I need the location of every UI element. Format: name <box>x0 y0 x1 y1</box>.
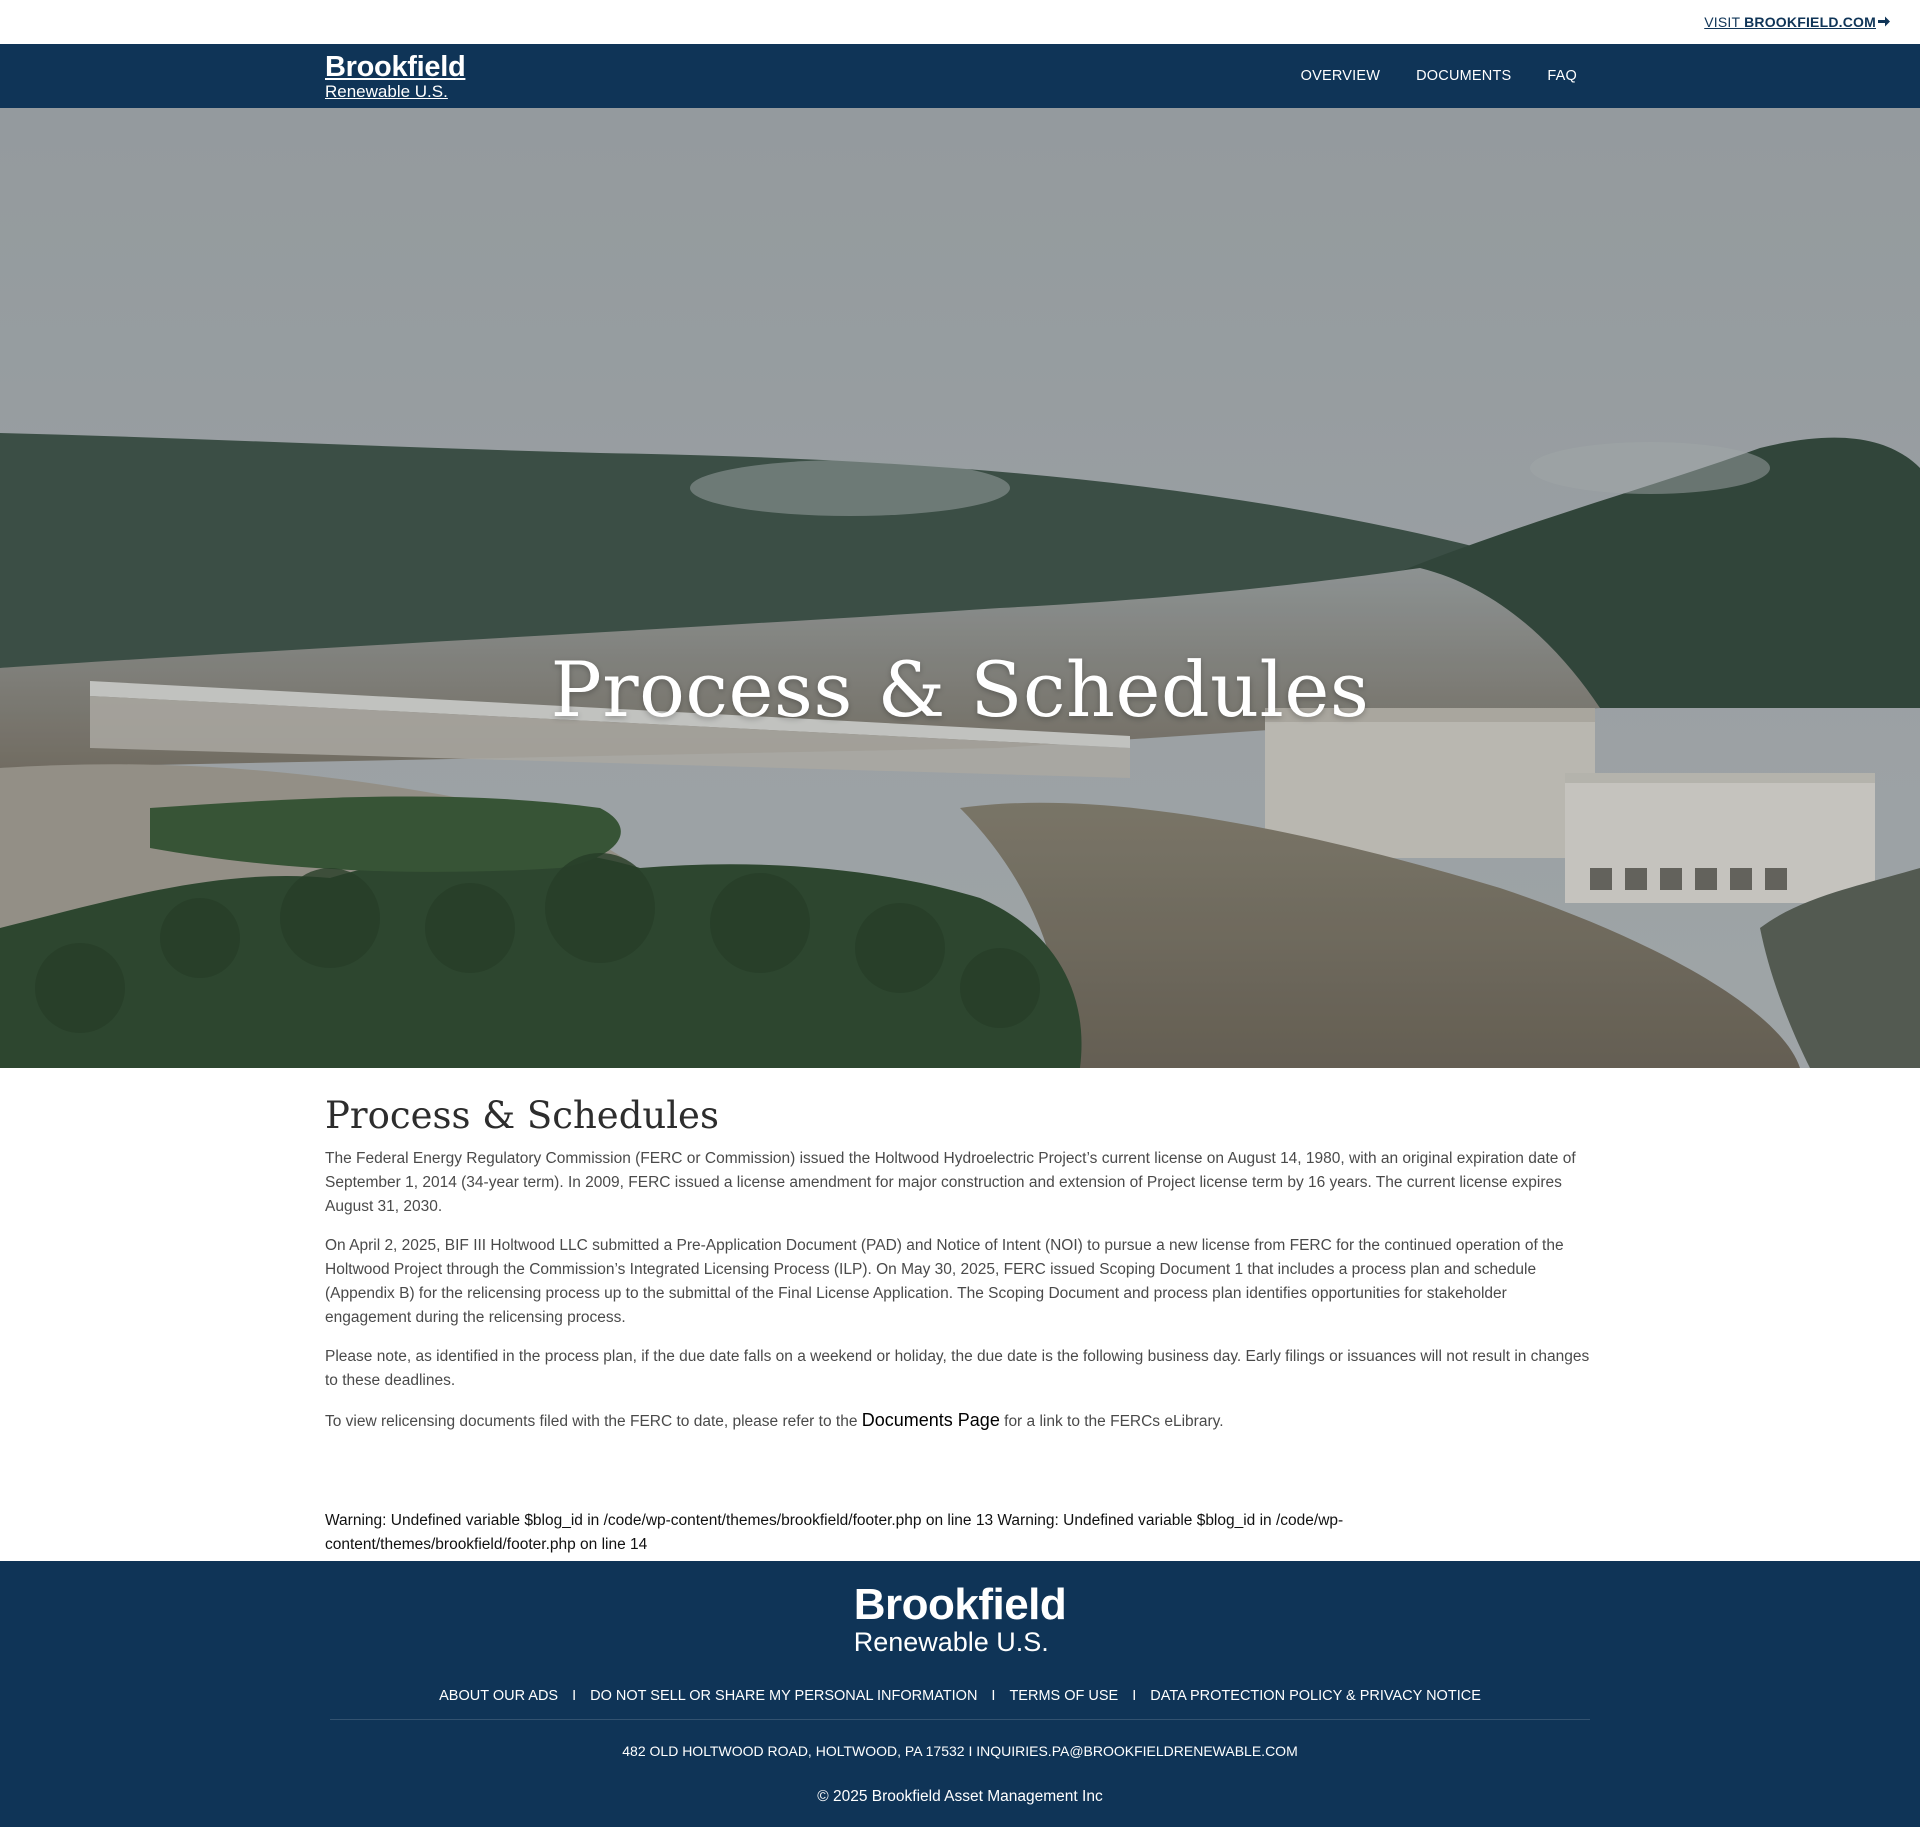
paragraph-due-dates: Please note, as identified in the proces… <box>325 1348 1590 1389</box>
footer-logo: Brookfield Renewable U.S. <box>0 1583 1920 1656</box>
documents-text-after: for a link to the FERCs eLibrary. <box>999 1413 1224 1430</box>
paragraph-documents: To view relicensing documents filed with… <box>325 1408 1595 1434</box>
nav-documents[interactable]: DOCUMENTS <box>1416 68 1511 84</box>
documents-page-link[interactable]: Documents Page <box>862 1410 1000 1430</box>
footer-separator: I <box>572 1688 577 1704</box>
hero-image <box>0 108 1920 1068</box>
arrow-right-icon <box>1878 15 1890 30</box>
footer-link-about-ads[interactable]: ABOUT OUR ADS <box>439 1688 558 1704</box>
documents-text-before: To view relicensing documents filed with… <box>325 1413 862 1430</box>
footer-logo-line-2: Renewable U.S. <box>853 1627 1049 1657</box>
nav-faq[interactable]: FAQ <box>1547 68 1577 84</box>
footer-divider <box>330 1719 1590 1720</box>
logo-line-1: Brookfield <box>325 51 466 83</box>
footer-link-privacy[interactable]: DATA PROTECTION POLICY & PRIVACY NOTICE <box>1150 1688 1481 1704</box>
primary-nav: OVERVIEW DOCUMENTS FAQ <box>1301 44 1577 108</box>
footer-logo-line-1: Brookfield <box>853 1580 1067 1629</box>
paragraph-license-history: The Federal Energy Regulatory Commission… <box>325 1150 1576 1215</box>
visit-prefix: VISIT <box>1704 14 1745 30</box>
footer-separator: I <box>1132 1688 1137 1704</box>
paragraph-relicensing: On April 2, 2025, BIF III Holtwood LLC s… <box>325 1237 1564 1326</box>
main-content: Process & Schedules The Federal Energy R… <box>0 1094 1920 1557</box>
hero-banner: Process & Schedules <box>0 108 1920 1068</box>
logo-line-2: Renewable U.S. <box>325 82 448 101</box>
hero-title: Process & Schedules <box>550 645 1370 734</box>
site-footer: Brookfield Renewable U.S. ABOUT OUR ADS I… <box>0 1561 1920 1827</box>
footer-link-terms[interactable]: TERMS OF USE <box>1009 1688 1118 1704</box>
footer-links: ABOUT OUR ADS I DO NOT SELL OR SHARE MY PE… <box>0 1688 1920 1704</box>
brand-logo[interactable]: Brookfield Renewable U.S. <box>325 51 466 101</box>
footer-address: 482 OLD HOLTWOOD ROAD, HOLTWOOD, PA 1753… <box>622 1743 1298 1759</box>
footer-copyright: © 2025 Brookfield Asset Management Inc <box>817 1788 1103 1805</box>
page-title: Process & Schedules <box>325 1094 719 1137</box>
footer-separator: I <box>991 1688 996 1704</box>
nav-overview[interactable]: OVERVIEW <box>1301 68 1381 84</box>
footer-logo-link[interactable]: Brookfield Renewable U.S. <box>854 1583 1067 1656</box>
utility-bar: VISIT BROOKFIELD.COM <box>0 0 1920 44</box>
php-warning: Warning: Undefined variable $blog_id in … <box>325 1512 1344 1553</box>
main-header: Brookfield Renewable U.S. OVERVIEW DOCUM… <box>0 44 1920 108</box>
visit-brookfield-link[interactable]: VISIT BROOKFIELD.COM <box>1704 14 1890 30</box>
footer-link-do-not-sell[interactable]: DO NOT SELL OR SHARE MY PERSONAL INFORMA… <box>590 1688 977 1704</box>
visit-site: BROOKFIELD.COM <box>1744 14 1876 30</box>
